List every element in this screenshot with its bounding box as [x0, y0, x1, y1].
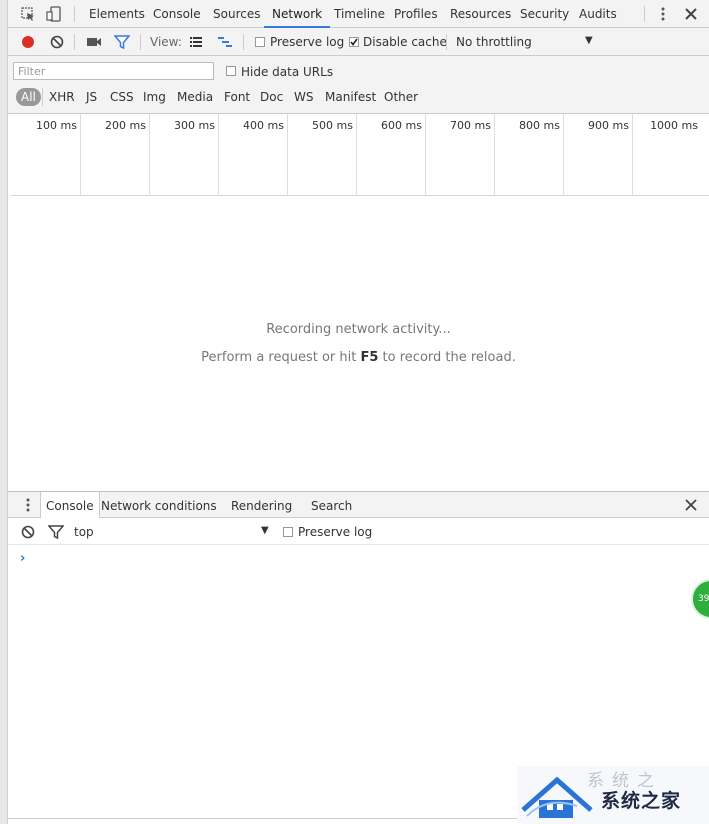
floating-badge[interactable]: 39: [691, 579, 709, 619]
filter-type-all[interactable]: All: [16, 88, 41, 106]
hide-data-urls-label: Hide data URLs: [241, 65, 334, 79]
recording-message: Recording network activity...: [266, 322, 451, 337]
reload-hint-key: F5: [360, 350, 379, 365]
disable-cache-checkbox[interactable]: [349, 37, 359, 47]
close-drawer-icon[interactable]: [683, 497, 699, 513]
throttling-select[interactable]: No throttling: [456, 35, 532, 49]
filter-type-manifest[interactable]: Manifest: [325, 90, 376, 104]
filter-type-js[interactable]: JS: [86, 90, 97, 104]
view-label: View:: [150, 35, 182, 49]
device-mode-icon[interactable]: [46, 6, 62, 22]
drawer-tab-console[interactable]: Console: [40, 492, 100, 518]
preserve-log-label: Preserve log: [270, 35, 345, 49]
drawer-tab-rendering[interactable]: Rendering: [231, 492, 292, 518]
more-options-icon[interactable]: [655, 6, 671, 22]
large-rows-icon[interactable]: [188, 34, 204, 50]
tick-label: 900 ms: [588, 119, 629, 132]
timeline-tick: 400 ms: [218, 114, 288, 196]
capture-screenshots-icon[interactable]: [86, 34, 102, 50]
tick-label: 200 ms: [105, 119, 146, 132]
tick-label: 300 ms: [174, 119, 215, 132]
timeline-tick: 900 ms: [563, 114, 633, 196]
waterfall-overview-icon[interactable]: [217, 34, 233, 50]
tab-network[interactable]: Network: [264, 0, 331, 28]
timeline-tick: 300 ms: [149, 114, 219, 196]
tab-profiles[interactable]: Profiles: [394, 0, 438, 27]
toolbar-divider: [74, 34, 75, 50]
check-icon: [350, 38, 358, 46]
filter-type-img[interactable]: Img: [143, 90, 166, 104]
tab-sources[interactable]: Sources: [213, 0, 260, 27]
timeline-tick: 500 ms: [287, 114, 357, 196]
clear-icon[interactable]: [49, 34, 65, 50]
hide-data-urls-checkbox[interactable]: [226, 66, 236, 76]
filter-type-font[interactable]: Font: [224, 90, 250, 104]
reload-hint: Perform a request or hit F5 to record th…: [8, 350, 709, 365]
timeline-tick: 100 ms: [11, 114, 81, 196]
timeline-tick: 1000 ms: [632, 114, 701, 196]
tick-label: 500 ms: [312, 119, 353, 132]
throttling-dropdown-icon[interactable]: ▼: [585, 35, 593, 46]
timeline-tick: 200 ms: [80, 114, 150, 196]
filter-type-ws[interactable]: WS: [294, 90, 313, 104]
house-logo-icon: [521, 776, 593, 818]
context-select[interactable]: top: [74, 525, 94, 539]
console-filter-icon[interactable]: [47, 524, 65, 540]
toolbar-divider: [644, 6, 645, 22]
preserve-log-checkbox[interactable]: [255, 37, 265, 47]
tick-label: 600 ms: [381, 119, 422, 132]
drawer-tab-search[interactable]: Search: [311, 492, 352, 518]
filter-type-media[interactable]: Media: [177, 90, 213, 104]
filter-type-other[interactable]: Other: [384, 90, 418, 104]
devtools-tabbar: Elements Console Sources Network Timelin…: [8, 0, 709, 28]
filter-type-doc[interactable]: Doc: [260, 90, 283, 104]
timeline-tick: 700 ms: [425, 114, 495, 196]
console-prompt[interactable]: ›: [20, 551, 25, 566]
filter-input[interactable]: [13, 62, 214, 80]
close-devtools-icon[interactable]: [683, 6, 699, 22]
timeline-tick: 800 ms: [494, 114, 564, 196]
drawer-tab-network-conditions[interactable]: Network conditions: [101, 492, 217, 518]
tab-elements[interactable]: Elements: [89, 0, 145, 27]
drawer-menu-icon[interactable]: [20, 497, 36, 513]
tick-label: 1000 ms: [650, 119, 698, 132]
drawer-tabbar: Console Network conditions Rendering Sea…: [8, 491, 709, 518]
tick-label: 100 ms: [36, 119, 77, 132]
tab-timeline[interactable]: Timeline: [334, 0, 385, 27]
console-preserve-log-label: Preserve log: [298, 525, 373, 539]
tab-resources[interactable]: Resources: [450, 0, 511, 27]
reload-hint-suffix: to record the reload.: [378, 350, 516, 365]
clear-console-icon[interactable]: [20, 524, 36, 540]
filter-type-xhr[interactable]: XHR: [49, 90, 75, 104]
left-edge-strip: [0, 0, 8, 824]
tick-label: 800 ms: [519, 119, 560, 132]
network-toolbar: View: Preserve log Disable cache No thro…: [8, 28, 709, 56]
console-preserve-log-checkbox[interactable]: [283, 527, 293, 537]
tab-console[interactable]: Console: [153, 0, 201, 27]
inspect-element-icon[interactable]: [20, 6, 36, 22]
filter-divider: [42, 88, 43, 106]
toolbar-divider: [446, 34, 447, 50]
reload-hint-prefix: Perform a request or hit: [201, 350, 361, 365]
watermark-logo: 系统之 系统之家: [517, 766, 709, 824]
context-dropdown-icon[interactable]: ▼: [261, 525, 269, 536]
watermark-text: 系统之家: [601, 790, 682, 812]
toolbar-divider: [140, 34, 141, 50]
tab-security[interactable]: Security: [520, 0, 569, 27]
filter-type-css[interactable]: CSS: [110, 90, 134, 104]
tick-label: 400 ms: [243, 119, 284, 132]
filter-funnel-icon[interactable]: [113, 34, 131, 50]
tick-label: 700 ms: [450, 119, 491, 132]
console-toolbar: top ▼ Preserve log: [8, 518, 709, 545]
record-icon[interactable]: [20, 34, 36, 50]
disable-cache-label: Disable cache: [363, 35, 447, 49]
timeline-tick: 600 ms: [356, 114, 426, 196]
toolbar-divider: [243, 34, 244, 50]
timeline-overview[interactable]: 100 ms 200 ms 300 ms 400 ms 500 ms 600 m…: [11, 114, 709, 196]
toolbar-divider: [74, 6, 75, 22]
network-filter-bar: Hide data URLs All XHR JS CSS Img Media …: [8, 56, 709, 114]
tab-audits[interactable]: Audits: [579, 0, 617, 27]
